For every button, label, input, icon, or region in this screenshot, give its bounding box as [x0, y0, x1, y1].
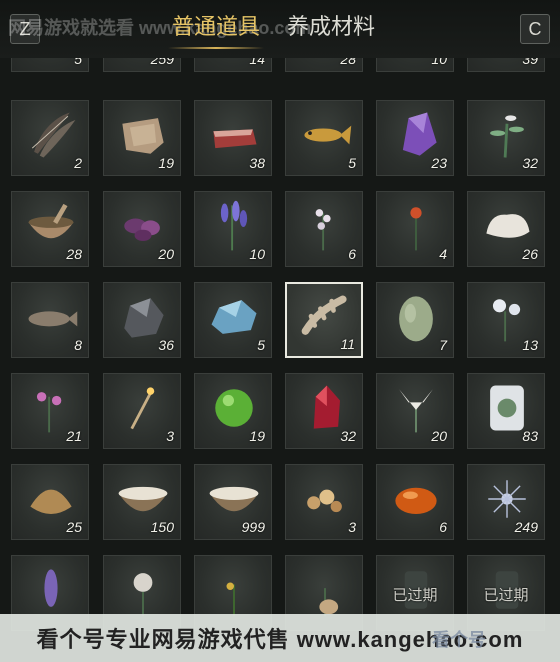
- inventory-slot-pink-flower[interactable]: 21: [11, 373, 89, 449]
- watermark-text: 网易游戏就选看 www.kangehao.com: [8, 18, 312, 38]
- item-count: 25: [66, 519, 82, 535]
- inventory-slot-milk-bowl[interactable]: 150: [103, 464, 181, 540]
- item-count: 5: [257, 337, 265, 353]
- item-count: 32: [340, 428, 356, 444]
- inventory-slot-wool[interactable]: 26: [467, 191, 545, 267]
- item-count: 3: [166, 428, 174, 444]
- expired-label: 已过期: [483, 587, 529, 604]
- inventory-slot-grouper[interactable]: 8: [11, 282, 89, 358]
- item-count: 32: [522, 155, 538, 171]
- inventory-slot-purple-flower[interactable]: 20: [103, 191, 181, 267]
- tab-materials[interactable]: 养成材料: [287, 12, 375, 44]
- inventory-topbar: Z 网易游戏就选看 www.kangehao.com 普通道具 养成材料 C: [0, 0, 560, 58]
- item-count: 20: [158, 246, 174, 262]
- inventory-slot-bone[interactable]: 11: [285, 282, 363, 358]
- item-count: 11: [340, 336, 355, 352]
- inventory-slot-jar[interactable]: 83: [467, 373, 545, 449]
- inventory-slot-milk-bowl[interactable]: 999: [194, 464, 272, 540]
- item-count: 10: [249, 246, 265, 262]
- item-count: 21: [66, 428, 82, 444]
- sparkler-icon: [130, 387, 155, 430]
- item-count: 36: [158, 337, 174, 353]
- inventory-slot-white-herb[interactable]: 6: [285, 191, 363, 267]
- watermark-footer: 看个号专业网易游戏代售 www.kangehao.com 看个号: [0, 614, 560, 662]
- white-herb-icon: [315, 209, 331, 251]
- inventory-slot-fish[interactable]: 5: [285, 100, 363, 176]
- item-count: 13: [522, 337, 538, 353]
- item-count: 6: [439, 519, 447, 535]
- feathers-icon: [31, 112, 76, 158]
- blue-crystal-icon: [211, 300, 257, 334]
- item-count: 249: [514, 519, 538, 535]
- item-count: 2: [74, 155, 82, 171]
- tab-common-items[interactable]: 普通道具: [167, 12, 265, 49]
- item-count: 6: [348, 246, 356, 262]
- nuggets-icon: [307, 489, 342, 513]
- inventory-slot-green-orb[interactable]: 19: [194, 373, 272, 449]
- inventory-slot-lavender[interactable]: 10: [194, 191, 272, 267]
- inventory-slot-nuggets[interactable]: 3: [285, 464, 363, 540]
- inventory-slot-mortar[interactable]: 28: [11, 191, 89, 267]
- item-count: 999: [241, 519, 265, 535]
- item-count: 38: [249, 155, 265, 171]
- ginseng-icon: [319, 588, 339, 617]
- prev-tab-key-hint[interactable]: Z: [10, 14, 40, 44]
- fish-icon: [304, 125, 352, 145]
- inventory-slot-blue-crystal[interactable]: 5: [194, 282, 272, 358]
- item-count: 150: [150, 519, 174, 535]
- item-count: 4: [439, 246, 447, 262]
- item-count: 20: [431, 428, 447, 444]
- peony-icon: [133, 573, 153, 617]
- item-count: 83: [522, 428, 538, 444]
- hyacinth-icon: [44, 569, 58, 607]
- next-tab-key-hint[interactable]: C: [520, 14, 550, 44]
- item-count: 8: [74, 337, 82, 353]
- footer-brand-logo: 看个号: [432, 630, 486, 650]
- inventory-grid: 5 259 14 28 10 39 2 19 38 5 23 32 28 20 10 6 4 26 8 36 5 11 7 1…: [0, 0, 560, 662]
- item-count: 19: [249, 428, 265, 444]
- inventory-slot-amber[interactable]: 6: [376, 464, 454, 540]
- inventory-slot-feathers[interactable]: 2: [11, 100, 89, 176]
- melon-icon: [399, 296, 433, 342]
- inventory-slot-ruby[interactable]: 32: [285, 373, 363, 449]
- inventory-slot-white-rose[interactable]: 13: [467, 282, 545, 358]
- amber-icon: [395, 487, 437, 514]
- item-count: 19: [158, 155, 174, 171]
- inventory-slot-shell[interactable]: 25: [11, 464, 89, 540]
- inventory-slot-sparkler[interactable]: 3: [103, 373, 181, 449]
- inventory-slot-frost-flower[interactable]: 249: [467, 464, 545, 540]
- item-count: 7: [439, 337, 447, 353]
- inventory-slot-meat[interactable]: 38: [194, 100, 272, 176]
- inventory-slot-amethyst[interactable]: 23: [376, 100, 454, 176]
- grouper-icon: [28, 311, 78, 327]
- expired-label: 已过期: [392, 587, 438, 604]
- item-count: 26: [522, 246, 538, 262]
- item-count: 23: [431, 155, 447, 171]
- inventory-slot-red-flower[interactable]: 4: [376, 191, 454, 267]
- inventory-slot-lily[interactable]: 20: [376, 373, 454, 449]
- item-count: 5: [348, 155, 356, 171]
- inventory-slot-melon[interactable]: 7: [376, 282, 454, 358]
- inventory-slot-herb[interactable]: 32: [467, 100, 545, 176]
- sprout-icon: [226, 582, 235, 617]
- item-count: 3: [348, 519, 356, 535]
- item-count: 28: [66, 246, 82, 262]
- inventory-slot-ore[interactable]: 36: [103, 282, 181, 358]
- red-flower-icon: [410, 207, 422, 251]
- inventory-slot-hide[interactable]: 19: [103, 100, 181, 176]
